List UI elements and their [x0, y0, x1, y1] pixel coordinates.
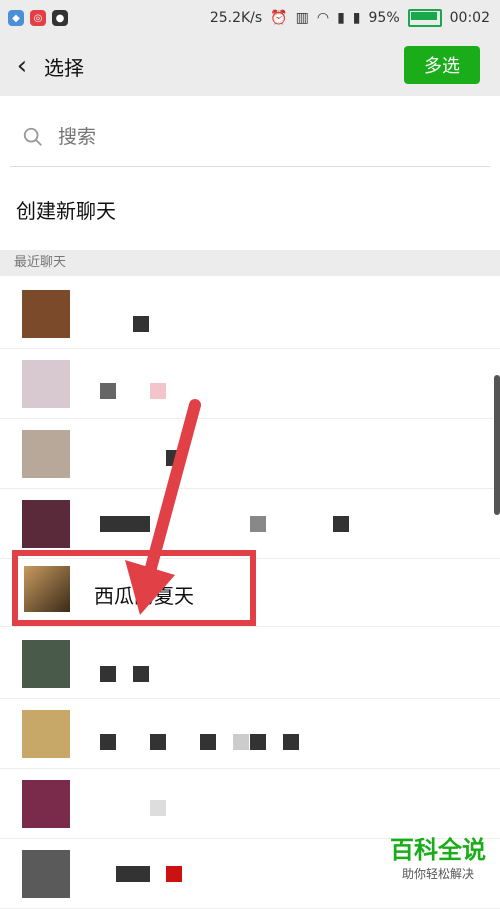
- watermark-title: 百科全说: [390, 836, 486, 864]
- watermark-subtitle: 助你轻松解决: [401, 867, 474, 881]
- scrollbar[interactable]: [494, 375, 500, 515]
- watermark: 百科全说 助你轻松解决: [390, 830, 486, 882]
- annotation-arrow: [125, 399, 201, 615]
